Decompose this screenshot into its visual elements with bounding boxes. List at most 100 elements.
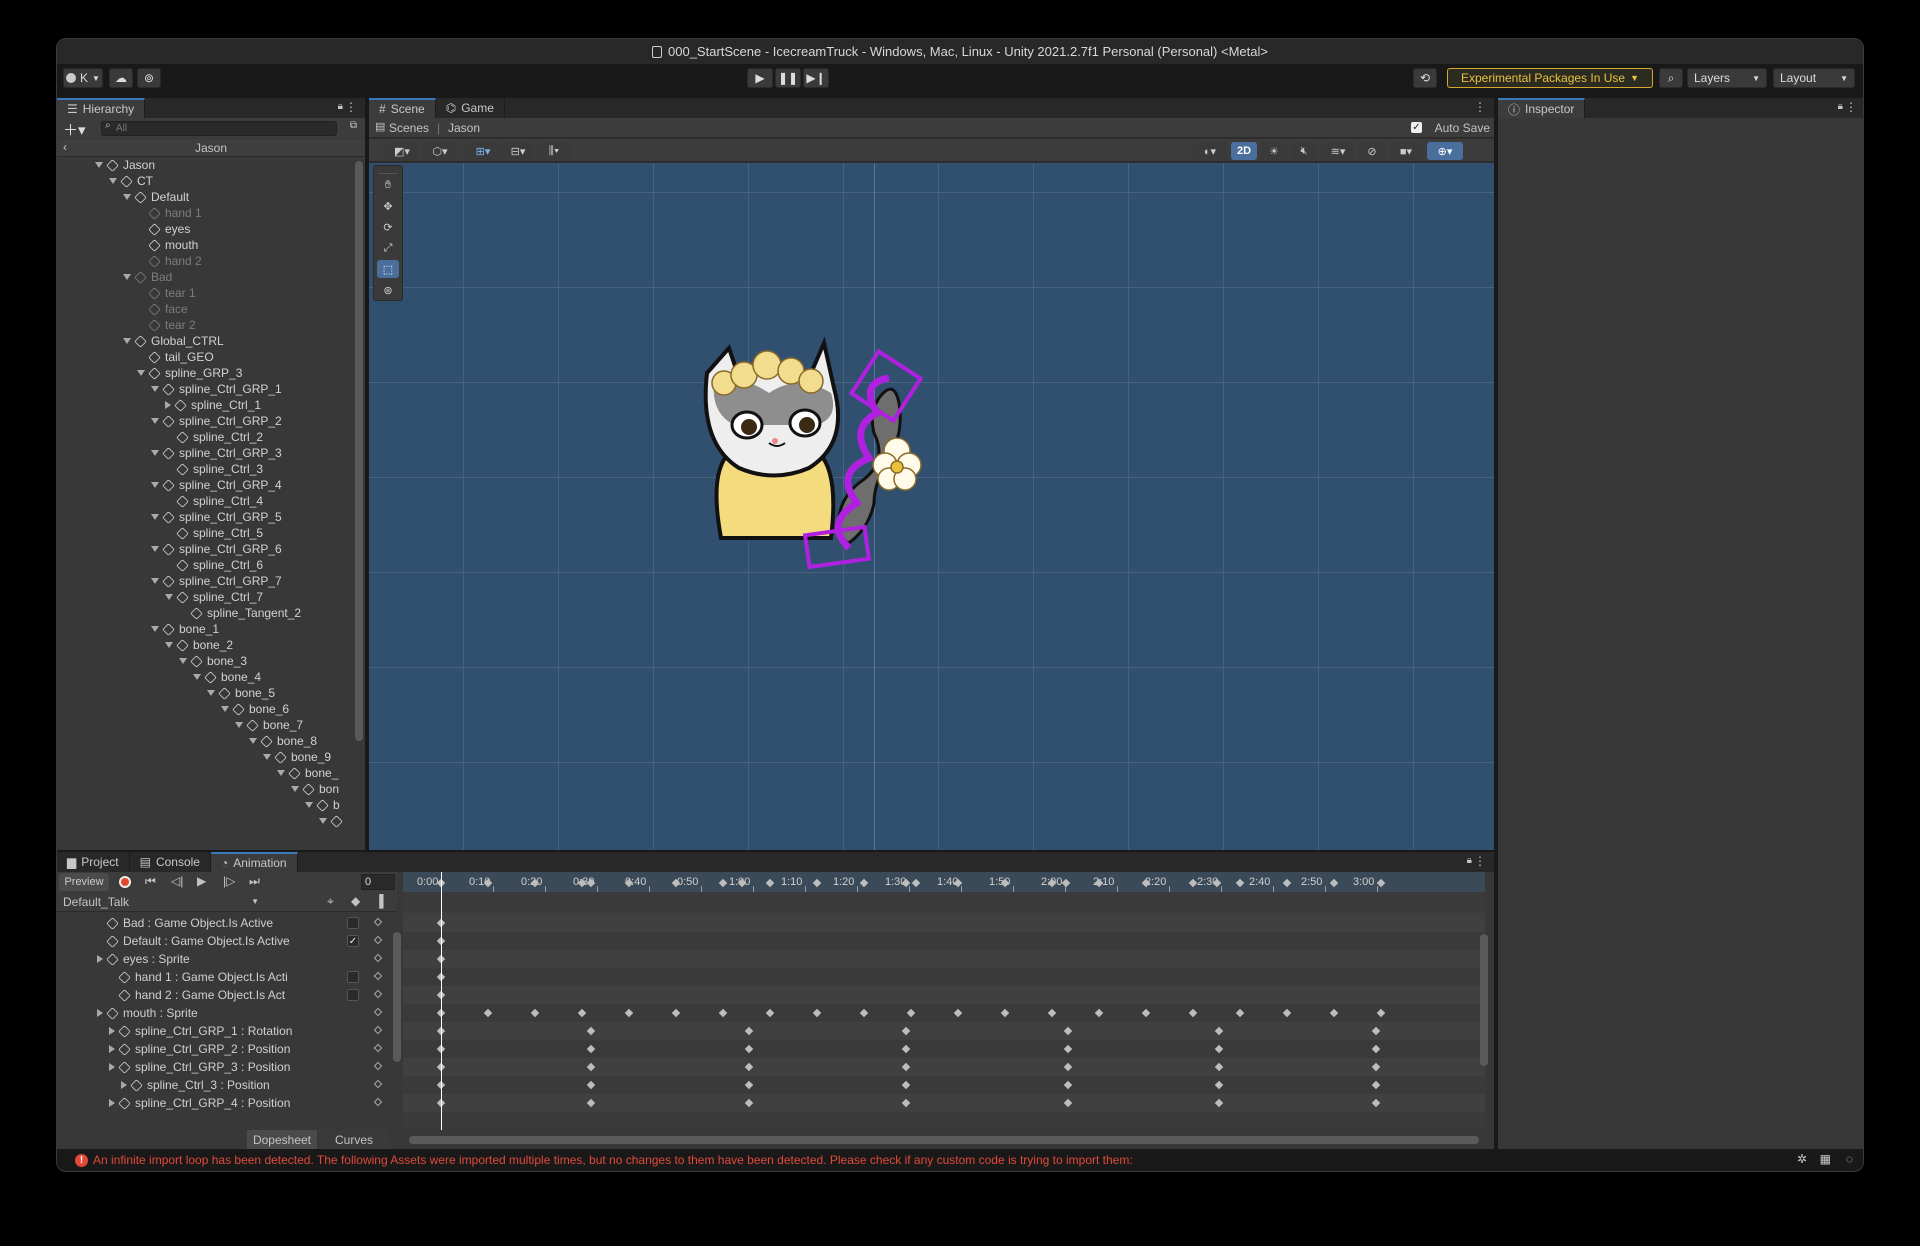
increment-snap-dropdown[interactable]: ⊟▾ <box>503 142 533 160</box>
hierarchy-item[interactable]: bone_5 <box>207 685 275 701</box>
hierarchy-item[interactable]: spline_Ctrl_7 <box>165 589 263 605</box>
search-button[interactable]: ⌕ <box>1659 68 1683 88</box>
filter-icon[interactable]: ⧉ <box>350 120 357 131</box>
expand-arrow-icon[interactable] <box>109 1027 115 1035</box>
hierarchy-item[interactable]: Global_CTRL <box>123 333 224 349</box>
expand-arrow-icon[interactable] <box>319 818 327 824</box>
hierarchy-item[interactable]: Jason <box>95 157 155 173</box>
clip-dropdown[interactable]: Default_Talk ▼ <box>59 893 263 910</box>
breadcrumb-scenes[interactable]: Scenes <box>389 121 429 135</box>
hierarchy-item[interactable]: bone_8 <box>249 733 317 749</box>
hierarchy-item[interactable]: bone_2 <box>165 637 233 653</box>
keyframe-diamond-icon[interactable] <box>373 917 383 927</box>
add-event-icon[interactable]: ▐ <box>375 894 384 908</box>
tab-hierarchy[interactable]: ☰ Hierarchy <box>57 98 146 118</box>
play-icon[interactable]: ▶ <box>197 874 206 888</box>
hierarchy-item[interactable] <box>319 813 347 829</box>
hierarchy-item[interactable]: bone_6 <box>221 701 289 717</box>
animation-property[interactable]: spline_Ctrl_GRP_2 : Position <box>57 1040 397 1058</box>
hierarchy-search-input[interactable] <box>101 121 337 136</box>
preview-button[interactable]: Preview <box>59 873 109 891</box>
hierarchy-item[interactable]: spline_Ctrl_GRP_1 <box>151 381 282 397</box>
property-toggle-checkbox[interactable] <box>347 989 359 1001</box>
tab-project[interactable]: ▆ Project <box>57 852 130 872</box>
expand-arrow-icon[interactable] <box>97 1009 103 1017</box>
audio-toggle[interactable]: 🔇︎ <box>1291 142 1317 160</box>
expand-arrow-icon[interactable] <box>151 386 159 392</box>
grid-snap-dropdown[interactable]: ⊞▾ <box>465 142 501 160</box>
dopesheet-grid[interactable] <box>403 912 1485 1130</box>
collab-button[interactable]: ⊚ <box>137 68 161 88</box>
animation-property[interactable]: hand 2 : Game Object.Is Act <box>57 986 397 1004</box>
animation-property[interactable]: hand 1 : Game Object.Is Acti <box>57 968 397 986</box>
hierarchy-item[interactable]: bone_3 <box>179 653 247 669</box>
dopesheet-tab[interactable]: Dopesheet <box>247 1130 317 1150</box>
lighting-dropdown[interactable]: ◐▾ <box>1193 142 1227 160</box>
expand-arrow-icon[interactable] <box>123 194 131 200</box>
expand-arrow-icon[interactable] <box>151 450 159 456</box>
add-icon[interactable]: ＋▾ <box>63 119 86 140</box>
expand-arrow-icon[interactable] <box>151 514 159 520</box>
camera-dropdown[interactable]: ■▾ <box>1389 142 1423 160</box>
property-scrollbar[interactable] <box>393 932 401 1062</box>
animation-property[interactable]: spline_Ctrl_GRP_3 : Position <box>57 1058 397 1076</box>
hierarchy-item[interactable]: eyes <box>137 221 190 237</box>
hierarchy-item[interactable]: bone_ <box>277 765 338 781</box>
timeline-vscrollbar[interactable] <box>1480 934 1488 1066</box>
light-toggle[interactable]: ☀ <box>1261 142 1287 160</box>
more-icon[interactable]: ⋮ <box>1845 100 1857 114</box>
curves-tab[interactable]: Curves <box>319 1130 389 1150</box>
expand-arrow-icon[interactable] <box>165 594 173 600</box>
experimental-packages-dropdown[interactable]: Experimental Packages In Use ▼ <box>1447 68 1653 88</box>
tab-scene[interactable]: # Scene <box>369 98 436 118</box>
keyframe-diamond-icon[interactable] <box>373 1079 383 1089</box>
hierarchy-item[interactable]: hand 2 <box>137 253 202 269</box>
layers-dropdown[interactable]: Layers ▼ <box>1687 68 1767 88</box>
property-toggle-checkbox[interactable] <box>347 971 359 983</box>
tab-game[interactable]: ⌬ Game <box>436 98 505 118</box>
hidden-objects-toggle[interactable]: ⊘ <box>1359 142 1385 160</box>
hierarchy-item[interactable]: face <box>137 301 188 317</box>
more-icon[interactable]: ⋮ <box>345 100 357 114</box>
hierarchy-item[interactable]: spline_GRP_3 <box>137 365 242 381</box>
expand-arrow-icon[interactable] <box>95 162 103 168</box>
hierarchy-item[interactable]: b <box>305 797 340 813</box>
expand-arrow-icon[interactable] <box>109 1045 115 1053</box>
expand-arrow-icon[interactable] <box>221 706 229 712</box>
frame-input[interactable] <box>361 874 395 890</box>
hierarchy-item[interactable]: spline_Ctrl_2 <box>165 429 263 445</box>
key-filter-icon[interactable]: ⌖ <box>327 894 334 909</box>
effects-dropdown[interactable]: ≋▾ <box>1321 142 1355 160</box>
bug-icon[interactable]: ✲ <box>1797 1152 1807 1166</box>
prev-key-icon[interactable]: ◁| <box>171 874 183 888</box>
hierarchy-item[interactable]: tear 2 <box>137 317 196 333</box>
keyframe-diamond-icon[interactable] <box>373 1007 383 1017</box>
keyframe-diamond-icon[interactable] <box>373 1043 383 1053</box>
more-icon[interactable]: ⋮ <box>1474 854 1486 868</box>
first-key-icon[interactable]: ⏮ <box>145 874 156 889</box>
hierarchy-item[interactable]: bone_7 <box>235 717 303 733</box>
status-bar[interactable]: ! An infinite import loop has been detec… <box>57 1149 1863 1171</box>
expand-arrow-icon[interactable] <box>109 178 117 184</box>
expand-arrow-icon[interactable] <box>151 626 159 632</box>
hierarchy-item[interactable]: spline_Ctrl_6 <box>165 557 263 573</box>
more-icon[interactable]: ⋮ <box>1474 100 1486 114</box>
breadcrumb-jason[interactable]: Jason <box>448 121 480 135</box>
animation-property[interactable]: Default : Game Object.Is Active ✓ <box>57 932 397 950</box>
hierarchy-item[interactable]: bone_9 <box>263 749 331 765</box>
expand-arrow-icon[interactable] <box>207 690 215 696</box>
time-ruler[interactable]: 0:000:100:200:300:400:501:001:101:201:30… <box>403 872 1485 892</box>
keyframe-diamond-icon[interactable] <box>373 971 383 981</box>
expand-arrow-icon[interactable] <box>123 274 131 280</box>
hierarchy-item[interactable]: bone_1 <box>151 621 219 637</box>
expand-arrow-icon[interactable] <box>121 1081 127 1089</box>
animation-property[interactable]: mouth : Sprite <box>57 1004 397 1022</box>
expand-arrow-icon[interactable] <box>97 955 103 963</box>
hierarchy-item[interactable]: spline_Ctrl_4 <box>165 493 263 509</box>
hierarchy-item[interactable]: spline_Ctrl_1 <box>165 397 261 413</box>
hierarchy-item[interactable]: bon <box>291 781 339 797</box>
expand-arrow-icon[interactable] <box>193 674 201 680</box>
lock-icon[interactable]: 🔒︎ <box>1838 101 1843 112</box>
last-key-icon[interactable]: ⏭ <box>249 874 260 889</box>
expand-arrow-icon[interactable] <box>165 642 173 648</box>
